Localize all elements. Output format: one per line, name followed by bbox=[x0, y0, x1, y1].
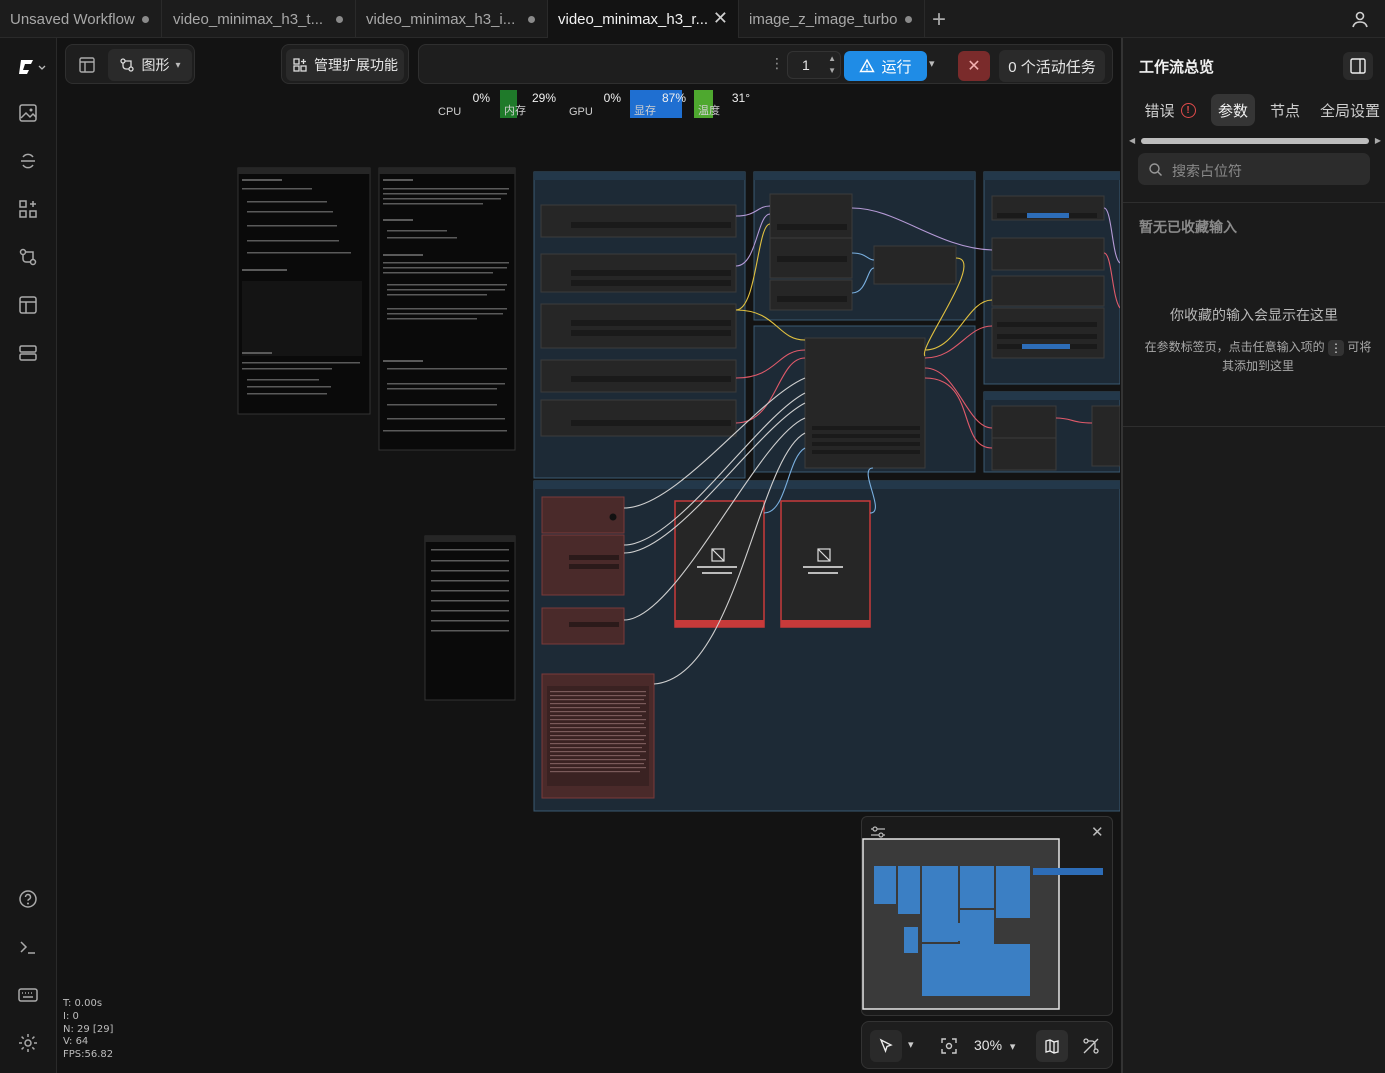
sidebar-right-icon bbox=[1350, 58, 1366, 74]
nodes-library-icon[interactable] bbox=[17, 198, 39, 220]
favorites-empty-hint: 在参数标签页，点击任意输入项的 ⋮ 可将 其添加到这里 bbox=[1138, 338, 1378, 376]
tab-global-settings-label: 全局设置 bbox=[1319, 102, 1380, 120]
left-sidebar bbox=[0, 38, 57, 1073]
settings-gear-icon[interactable] bbox=[17, 1032, 39, 1054]
node-unet-loader bbox=[540, 204, 737, 238]
note-node-size-reference[interactable] bbox=[424, 535, 516, 701]
node-sampler-b bbox=[991, 275, 1105, 307]
map-icon bbox=[1045, 1039, 1059, 1054]
zoom-level-dropdown[interactable]: 30% ▾ bbox=[974, 1037, 1015, 1053]
node-save-b bbox=[991, 437, 1057, 471]
tab-label: image_z_image_turbo bbox=[749, 10, 898, 28]
node-save-c bbox=[1091, 405, 1120, 467]
note-node-model-links[interactable] bbox=[237, 167, 371, 415]
panel-title: 工作流总览 bbox=[1139, 59, 1215, 76]
minimap-view bbox=[862, 838, 1103, 1010]
tab-unsaved-workflow[interactable]: Unsaved Workflow bbox=[0, 0, 162, 38]
divider bbox=[1123, 202, 1385, 203]
models-icon[interactable] bbox=[17, 150, 39, 172]
performance-stats: T: 0.00s I: 0 N: 29 [29] V: 64 FPS:56.82 bbox=[63, 998, 113, 1062]
new-tab-plus-icon[interactable]: + bbox=[932, 6, 946, 34]
templates-icon[interactable] bbox=[17, 294, 39, 316]
search-placeholder: 搜索占位符 bbox=[1172, 163, 1242, 179]
hint-part-1: 在参数标签页，点击任意输入项的 bbox=[1144, 340, 1325, 354]
stat-i: I: 0 bbox=[63, 1010, 79, 1022]
tab-image-z[interactable]: image_z_image_turbo bbox=[739, 0, 925, 38]
tab-bar: Unsaved Workflow video_minimax_h3_t... v… bbox=[0, 0, 1385, 38]
divider bbox=[1123, 426, 1385, 427]
node-model-switch bbox=[769, 193, 853, 241]
tab-nodes-label: 节点 bbox=[1269, 102, 1300, 120]
tool-chevron-down-icon[interactable]: ▾ bbox=[908, 1038, 914, 1051]
node-video-duration[interactable] bbox=[541, 607, 625, 645]
cursor-arrow-icon bbox=[879, 1038, 893, 1054]
favorites-empty-title: 暂无已收藏输入 bbox=[1139, 219, 1237, 235]
select-tool-button[interactable] bbox=[870, 1030, 902, 1062]
minimap[interactable]: ✕ bbox=[861, 816, 1113, 1016]
tab-parameters[interactable]: 参数 bbox=[1211, 94, 1255, 126]
workflow-overview-panel: 工作流总览 错误 ! 参数 节点 全局设置 ◀ ▶ 搜索占位符 暂无已收藏输入 … bbox=[1121, 38, 1385, 1073]
node-sampler-c bbox=[991, 307, 1105, 359]
workflow-canvas[interactable]: 图形 ▾ 管理扩展功能 0% CPU 29% 内存 0% GPU 87% 显存 … bbox=[57, 38, 1120, 1073]
tabs-scrollbar[interactable]: ◀ ▶ bbox=[1129, 136, 1381, 146]
node-boolean-lightning[interactable] bbox=[541, 496, 625, 534]
node-load-image-1[interactable] bbox=[674, 500, 765, 628]
node-bool-switch bbox=[873, 245, 957, 285]
hide-links-icon[interactable] bbox=[1082, 1037, 1100, 1055]
node-reference-to-video bbox=[804, 337, 926, 469]
tab-errors-label: 错误 bbox=[1144, 102, 1175, 120]
terminal-icon[interactable] bbox=[17, 936, 39, 958]
node-sampler-a bbox=[991, 237, 1105, 271]
tab-global-settings[interactable]: 全局设置 bbox=[1315, 94, 1385, 126]
node-resolution-selector[interactable] bbox=[541, 534, 625, 596]
favorites-empty-message: 你收藏的输入会显示在这里 bbox=[1170, 307, 1338, 323]
tab-video-i[interactable]: video_minimax_h3_i... bbox=[356, 0, 548, 38]
tab-video-r[interactable]: video_minimax_h3_r... ✕ bbox=[548, 0, 739, 38]
canvas-controls-bar: ▾ 30% ▾ bbox=[861, 1021, 1113, 1069]
tab-label: video_minimax_h3_t... bbox=[173, 10, 324, 28]
tab-video-t[interactable]: video_minimax_h3_t... bbox=[163, 0, 356, 38]
toggle-panel-button[interactable] bbox=[1343, 52, 1373, 80]
tab-label: video_minimax_h3_i... bbox=[366, 10, 516, 28]
hint-part-3: 其添加到这里 bbox=[1221, 359, 1294, 373]
stat-nodes: N: 29 [29] bbox=[63, 1023, 114, 1035]
images-icon[interactable] bbox=[17, 102, 39, 124]
scroll-left-icon[interactable]: ◀ bbox=[1129, 136, 1135, 145]
node-int-b bbox=[769, 279, 853, 311]
unsaved-dot-icon bbox=[336, 16, 343, 23]
search-icon bbox=[1149, 163, 1162, 176]
node-load-image-2[interactable] bbox=[780, 500, 871, 628]
unsaved-dot-icon bbox=[528, 16, 535, 23]
tab-nodes[interactable]: 节点 bbox=[1263, 94, 1307, 126]
comfy-logo-icon[interactable] bbox=[16, 56, 46, 78]
search-field[interactable]: 搜索占位符 bbox=[1138, 153, 1370, 185]
hint-part-2: 可将 bbox=[1347, 340, 1372, 354]
node-vae-loader-2 bbox=[540, 399, 737, 437]
help-icon[interactable] bbox=[17, 888, 39, 910]
fit-view-icon[interactable] bbox=[940, 1037, 958, 1055]
tab-parameters-label: 参数 bbox=[1217, 102, 1248, 120]
more-options-icon: ⋮ bbox=[1328, 339, 1344, 356]
stat-v: V: 64 bbox=[63, 1036, 89, 1048]
error-alert-icon: ! bbox=[1180, 102, 1196, 118]
tab-errors[interactable]: 错误 ! bbox=[1139, 94, 1201, 126]
stat-fps: FPS:56.82 bbox=[63, 1049, 114, 1061]
tab-label: video_minimax_h3_r... bbox=[558, 10, 709, 28]
queue-icon[interactable] bbox=[17, 342, 39, 364]
note-node-minimax[interactable] bbox=[378, 167, 516, 451]
toggle-minimap-button[interactable] bbox=[1036, 1030, 1068, 1062]
close-icon[interactable]: ✕ bbox=[713, 8, 728, 29]
user-avatar-icon[interactable] bbox=[1350, 9, 1370, 29]
stat-time: T: 0.00s bbox=[63, 998, 103, 1009]
node-vocal-text[interactable] bbox=[541, 673, 655, 799]
workflows-icon[interactable] bbox=[17, 246, 39, 268]
scrollbar-thumb[interactable] bbox=[1141, 138, 1369, 144]
keyboard-icon[interactable] bbox=[17, 984, 39, 1006]
zoom-level: 30% bbox=[974, 1037, 1003, 1053]
unsaved-dot-icon bbox=[142, 16, 149, 23]
tab-label: Unsaved Workflow bbox=[10, 10, 135, 28]
unsaved-dot-icon bbox=[905, 16, 912, 23]
scroll-right-icon[interactable]: ▶ bbox=[1375, 136, 1381, 145]
zoom-chevron-down-icon: ▾ bbox=[1009, 1041, 1016, 1053]
